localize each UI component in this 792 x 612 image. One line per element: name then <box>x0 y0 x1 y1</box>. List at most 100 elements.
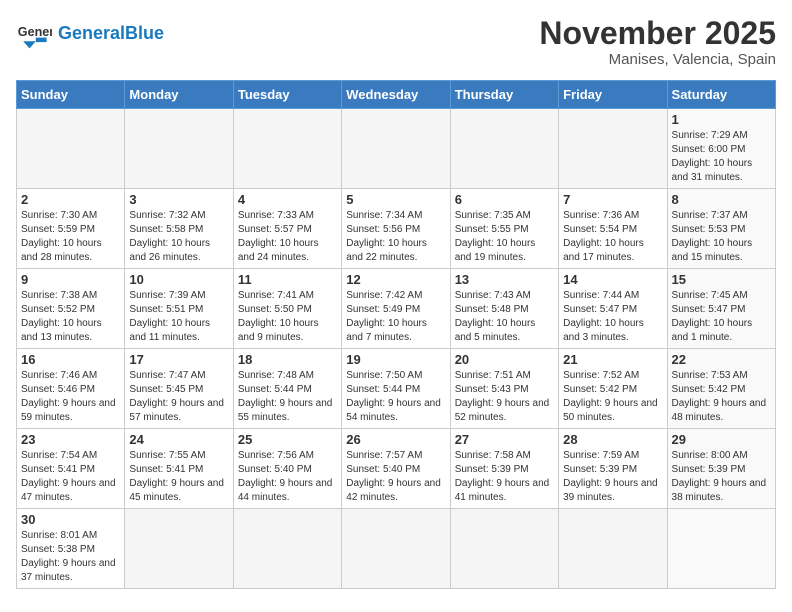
day-number: 8 <box>672 192 771 207</box>
day-info: Sunrise: 7:42 AM Sunset: 5:49 PM Dayligh… <box>346 289 445 345</box>
calendar-header: SundayMondayTuesdayWednesdayThursdayFrid… <box>17 81 776 109</box>
calendar-day-cell: 10 Sunrise: 7:39 AM Sunset: 5:51 PM Dayli… <box>125 269 233 349</box>
day-of-week-header: Wednesday <box>342 81 450 109</box>
day-number: 5 <box>346 192 445 207</box>
day-number: 6 <box>455 192 554 207</box>
day-info: Sunrise: 8:01 AM Sunset: 5:38 PM Dayligh… <box>21 529 120 585</box>
calendar-day-cell <box>342 109 450 189</box>
logo-text: GeneralBlue <box>58 24 164 44</box>
day-info: Sunrise: 7:41 AM Sunset: 5:50 PM Dayligh… <box>238 289 337 345</box>
day-number: 3 <box>129 192 228 207</box>
calendar-day-cell: 22 Sunrise: 7:53 AM Sunset: 5:42 PM Dayli… <box>667 349 775 429</box>
day-number: 18 <box>238 352 337 367</box>
calendar-day-cell: 5 Sunrise: 7:34 AM Sunset: 5:56 PM Daylig… <box>342 189 450 269</box>
day-info: Sunrise: 7:30 AM Sunset: 5:59 PM Dayligh… <box>21 209 120 265</box>
day-number: 7 <box>563 192 662 207</box>
calendar-day-cell: 19Sunrise: 7:50 AM Sunset: 5:44 PM Dayli… <box>342 349 450 429</box>
day-info: Sunrise: 7:32 AM Sunset: 5:58 PM Dayligh… <box>129 209 228 265</box>
day-info: Sunrise: 7:44 AM Sunset: 5:47 PM Dayligh… <box>563 289 662 345</box>
day-number: 13 <box>455 272 554 287</box>
calendar-day-cell: 7Sunrise: 7:36 AM Sunset: 5:54 PM Daylig… <box>559 189 667 269</box>
day-of-week-header: Thursday <box>450 81 558 109</box>
calendar-day-cell: 16Sunrise: 7:46 AM Sunset: 5:46 PM Dayli… <box>17 349 125 429</box>
calendar-week-row: 1 Sunrise: 7:29 AM Sunset: 6:00 PM Daylig… <box>17 109 776 189</box>
day-info: Sunrise: 7:55 AM Sunset: 5:41 PM Dayligh… <box>129 449 228 505</box>
month-title: November 2025 <box>539 16 776 51</box>
calendar-body: 1 Sunrise: 7:29 AM Sunset: 6:00 PM Daylig… <box>17 109 776 589</box>
day-number: 30 <box>21 512 120 527</box>
day-info: Sunrise: 7:45 AM Sunset: 5:47 PM Dayligh… <box>672 289 771 345</box>
day-number: 20 <box>455 352 554 367</box>
calendar-day-cell: 11 Sunrise: 7:41 AM Sunset: 5:50 PM Dayli… <box>233 269 341 349</box>
day-info: Sunrise: 7:38 AM Sunset: 5:52 PM Dayligh… <box>21 289 120 345</box>
day-number: 23 <box>21 432 120 447</box>
calendar-day-cell <box>559 509 667 589</box>
calendar-day-cell: 26Sunrise: 7:57 AM Sunset: 5:40 PM Dayli… <box>342 429 450 509</box>
day-info: Sunrise: 7:39 AM Sunset: 5:51 PM Dayligh… <box>129 289 228 345</box>
days-of-week-row: SundayMondayTuesdayWednesdayThursdayFrid… <box>17 81 776 109</box>
calendar-day-cell: 4 Sunrise: 7:33 AM Sunset: 5:57 PM Daylig… <box>233 189 341 269</box>
calendar-day-cell: 30 Sunrise: 8:01 AM Sunset: 5:38 PM Dayli… <box>17 509 125 589</box>
calendar-day-cell: 28Sunrise: 7:59 AM Sunset: 5:39 PM Dayli… <box>559 429 667 509</box>
day-info: Sunrise: 7:34 AM Sunset: 5:56 PM Dayligh… <box>346 209 445 265</box>
day-info: Sunrise: 7:37 AM Sunset: 5:53 PM Dayligh… <box>672 209 771 265</box>
day-number: 27 <box>455 432 554 447</box>
calendar-week-row: 30 Sunrise: 8:01 AM Sunset: 5:38 PM Dayli… <box>17 509 776 589</box>
calendar-day-cell: 27 Sunrise: 7:58 AM Sunset: 5:39 PM Dayli… <box>450 429 558 509</box>
calendar-day-cell: 24 Sunrise: 7:55 AM Sunset: 5:41 PM Dayli… <box>125 429 233 509</box>
calendar-day-cell: 15 Sunrise: 7:45 AM Sunset: 5:47 PM Dayli… <box>667 269 775 349</box>
day-number: 21 <box>563 352 662 367</box>
calendar-day-cell: 9 Sunrise: 7:38 AM Sunset: 5:52 PM Daylig… <box>17 269 125 349</box>
calendar-day-cell: 29Sunrise: 8:00 AM Sunset: 5:39 PM Dayli… <box>667 429 775 509</box>
day-number: 10 <box>129 272 228 287</box>
calendar-day-cell: 3 Sunrise: 7:32 AM Sunset: 5:58 PM Daylig… <box>125 189 233 269</box>
day-number: 22 <box>672 352 771 367</box>
day-info: Sunrise: 7:54 AM Sunset: 5:41 PM Dayligh… <box>21 449 120 505</box>
day-info: Sunrise: 7:53 AM Sunset: 5:42 PM Dayligh… <box>672 369 771 425</box>
calendar-day-cell: 2Sunrise: 7:30 AM Sunset: 5:59 PM Daylig… <box>17 189 125 269</box>
calendar-day-cell <box>450 509 558 589</box>
calendar-week-row: 23 Sunrise: 7:54 AM Sunset: 5:41 PM Dayli… <box>17 429 776 509</box>
day-number: 11 <box>238 272 337 287</box>
day-of-week-header: Sunday <box>17 81 125 109</box>
day-number: 12 <box>346 272 445 287</box>
logo: General GeneralBlue <box>16 16 164 52</box>
logo-general: General <box>58 23 125 43</box>
day-of-week-header: Tuesday <box>233 81 341 109</box>
calendar-day-cell <box>233 509 341 589</box>
day-number: 25 <box>238 432 337 447</box>
calendar-day-cell <box>125 109 233 189</box>
calendar-day-cell <box>125 509 233 589</box>
calendar-day-cell <box>450 109 558 189</box>
day-number: 24 <box>129 432 228 447</box>
day-number: 16 <box>21 352 120 367</box>
calendar-day-cell: 25 Sunrise: 7:56 AM Sunset: 5:40 PM Dayli… <box>233 429 341 509</box>
day-info: Sunrise: 7:48 AM Sunset: 5:44 PM Dayligh… <box>238 369 337 425</box>
calendar-day-cell <box>17 109 125 189</box>
calendar: SundayMondayTuesdayWednesdayThursdayFrid… <box>16 80 776 589</box>
calendar-day-cell: 21 Sunrise: 7:52 AM Sunset: 5:42 PM Dayli… <box>559 349 667 429</box>
calendar-day-cell: 12 Sunrise: 7:42 AM Sunset: 5:49 PM Dayli… <box>342 269 450 349</box>
day-info: Sunrise: 7:43 AM Sunset: 5:48 PM Dayligh… <box>455 289 554 345</box>
day-number: 15 <box>672 272 771 287</box>
day-info: Sunrise: 7:50 AM Sunset: 5:44 PM Dayligh… <box>346 369 445 425</box>
page-header: General GeneralBlue November 2025 Manise… <box>16 16 776 68</box>
day-info: Sunrise: 7:33 AM Sunset: 5:57 PM Dayligh… <box>238 209 337 265</box>
day-info: Sunrise: 7:29 AM Sunset: 6:00 PM Dayligh… <box>672 129 771 185</box>
day-info: Sunrise: 7:58 AM Sunset: 5:39 PM Dayligh… <box>455 449 554 505</box>
day-number: 28 <box>563 432 662 447</box>
title-area: November 2025 Manises, Valencia, Spain <box>539 16 776 68</box>
calendar-day-cell: 17Sunrise: 7:47 AM Sunset: 5:45 PM Dayli… <box>125 349 233 429</box>
calendar-day-cell: 13 Sunrise: 7:43 AM Sunset: 5:48 PM Dayli… <box>450 269 558 349</box>
day-info: Sunrise: 7:35 AM Sunset: 5:55 PM Dayligh… <box>455 209 554 265</box>
calendar-day-cell: 6 Sunrise: 7:35 AM Sunset: 5:55 PM Daylig… <box>450 189 558 269</box>
svg-text:General: General <box>18 25 52 39</box>
day-info: Sunrise: 7:52 AM Sunset: 5:42 PM Dayligh… <box>563 369 662 425</box>
day-info: Sunrise: 7:56 AM Sunset: 5:40 PM Dayligh… <box>238 449 337 505</box>
day-number: 9 <box>21 272 120 287</box>
day-number: 4 <box>238 192 337 207</box>
calendar-day-cell: 8 Sunrise: 7:37 AM Sunset: 5:53 PM Daylig… <box>667 189 775 269</box>
day-number: 1 <box>672 112 771 127</box>
calendar-day-cell: 1 Sunrise: 7:29 AM Sunset: 6:00 PM Daylig… <box>667 109 775 189</box>
calendar-day-cell <box>233 109 341 189</box>
